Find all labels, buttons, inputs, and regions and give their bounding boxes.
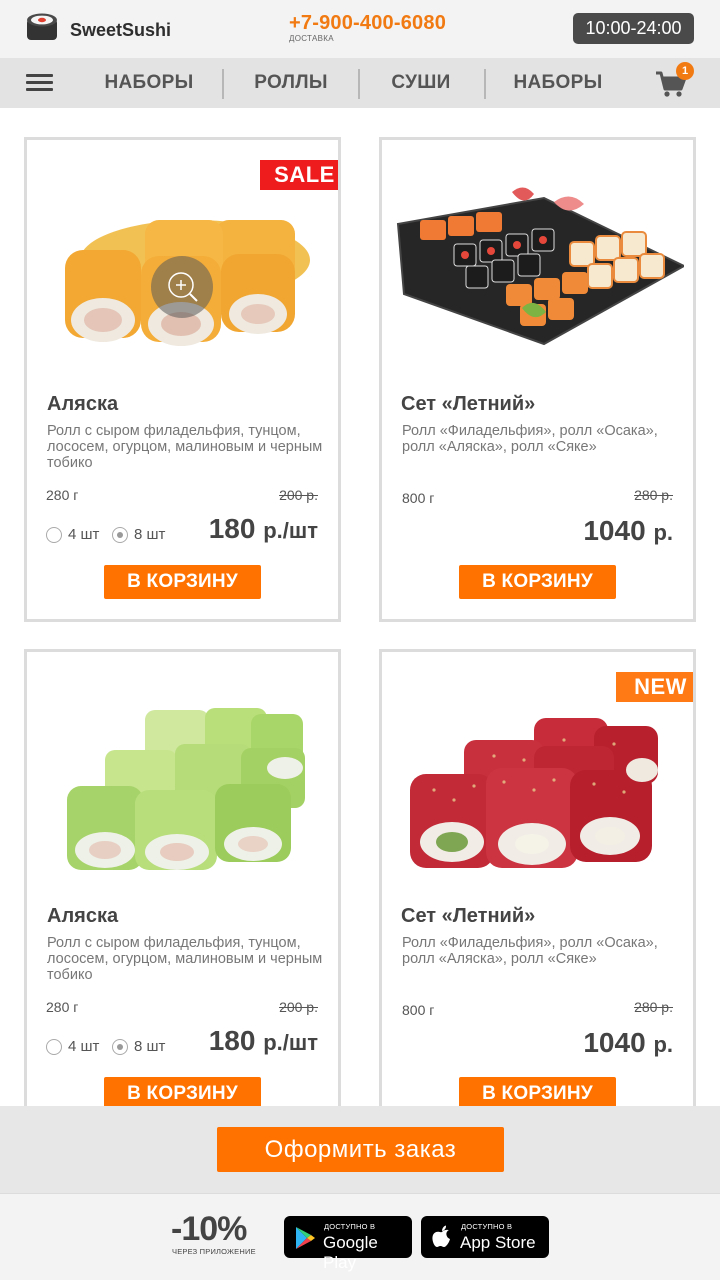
option-4-pcs[interactable]: 4 шт [46,1038,99,1055]
brand-name[interactable]: SweetSushi [70,20,171,41]
product-image-cucumber-roll[interactable] [45,704,320,879]
sushi-logo-icon[interactable] [26,12,58,44]
app-promo-footer: -10% ЧЕРЕЗ ПРИЛОЖЕНИЕ ДОСТУПНО В Google … [0,1193,720,1280]
category-nav: НАБОРЫ РОЛЛЫ СУШИ НАБОРЫ [0,58,720,108]
price-unit: р. [653,1032,673,1057]
price-unit: р./шт [263,1030,318,1055]
app-discount-note: ЧЕРЕЗ ПРИЛОЖЕНИЕ [172,1247,256,1256]
add-to-cart-button[interactable]: В КОРЗИНУ [459,565,616,599]
product-image-red-roll[interactable] [404,710,679,880]
product-card[interactable]: Аляска Ролл с сыром филадельфия, тунцом,… [24,649,341,1134]
product-title[interactable]: Аляска [47,393,118,416]
zoom-icon[interactable] [151,256,213,318]
product-price: 1040 р. [583,1027,673,1059]
nav-divider [484,69,486,99]
option-radio-selected[interactable] [112,1038,128,1055]
option-label: 8 шт [134,1038,166,1055]
google-play-icon [296,1227,315,1249]
nav-divider [358,69,360,99]
option-4-pcs[interactable]: 4 шт [46,526,99,543]
app-discount: -10% [171,1210,247,1248]
option-label: 4 шт [68,526,100,543]
app-store-button[interactable]: ДОСТУПНО В App Store [421,1216,549,1258]
product-price: 180 р./шт [209,513,318,545]
option-8-pcs[interactable]: 8 шт [112,1038,165,1055]
hamburger-menu-icon[interactable] [26,74,53,92]
product-title[interactable]: Сет «Летний» [401,393,535,416]
product-description: Ролл «Филадельфия», ролл «Осака», ролл «… [402,423,658,455]
product-card[interactable]: NEW Сет «Летний» Ролл «Филадельфия», рол… [379,649,696,1134]
product-card[interactable]: SALE Аляска Ролл с сыром филадельфия, ту… [24,137,341,622]
store-caption: ДОСТУПНО В [461,1222,513,1231]
product-image-summer-set[interactable] [394,184,684,354]
product-weight: 800 г [402,1002,435,1018]
product-title[interactable]: Сет «Летний» [401,905,535,928]
cart-count-badge: 1 [676,62,694,80]
store-name: Google Play [323,1233,378,1272]
apple-icon [432,1225,450,1247]
price-value: 180 [208,513,256,544]
product-description: Ролл с сыром филадельфия, тунцом, лососе… [47,935,323,983]
product-old-price: 200 р. [279,999,318,1015]
option-8-pcs[interactable]: 8 шт [112,526,165,543]
product-weight: 800 г [402,490,435,506]
product-title[interactable]: Аляска [47,905,118,928]
product-old-price: 200 р. [279,487,318,503]
product-card[interactable]: Сет «Летний» Ролл «Филадельфия», ролл «О… [379,137,696,622]
option-label: 8 шт [134,526,166,543]
price-value: 1040 [583,515,646,546]
google-play-button[interactable]: ДОСТУПНО В Google Play [284,1216,412,1272]
nav-item-rolls[interactable]: РОЛЛЫ [240,58,342,108]
new-badge: NEW [616,672,693,702]
option-label: 4 шт [68,1038,100,1055]
order-bar: Оформить заказ [0,1106,720,1193]
product-weight: 280 г [46,999,79,1015]
product-description: Ролл с сыром филадельфия, тунцом, лососе… [47,423,323,471]
checkout-button[interactable]: Оформить заказ [217,1127,504,1172]
add-to-cart-button[interactable]: В КОРЗИНУ [104,565,261,599]
product-old-price: 280 р. [634,487,673,503]
product-description: Ролл «Филадельфия», ролл «Осака», ролл «… [402,935,658,967]
price-unit: р. [653,520,673,545]
price-unit: р./шт [263,518,318,543]
nav-item-sets[interactable]: НАБОРЫ [96,58,202,108]
product-old-price: 280 р. [634,999,673,1015]
store-caption: ДОСТУПНО В [324,1222,376,1231]
option-radio[interactable] [46,1038,62,1055]
nav-item-sushi[interactable]: СУШИ [375,58,467,108]
price-value: 1040 [583,1027,646,1058]
phone-note: ДОСТАВКА [289,34,334,43]
phone-number[interactable]: +7-900-400-6080 [289,12,446,35]
top-bar: SweetSushi +7-900-400-6080 ДОСТАВКА 10:0… [0,0,720,58]
nav-item-sets-2[interactable]: НАБОРЫ [505,58,611,108]
option-radio[interactable] [46,526,62,543]
nav-divider [222,69,224,99]
price-value: 180 [208,1025,256,1056]
product-price: 180 р./шт [209,1025,318,1057]
option-radio-selected[interactable] [112,526,128,543]
page: SweetSushi +7-900-400-6080 ДОСТАВКА 10:0… [0,0,720,1280]
working-hours-badge: 10:00-24:00 [573,13,694,44]
store-name: App Store [460,1233,536,1252]
product-weight: 280 г [46,487,79,503]
sale-badge: SALE [260,160,338,190]
product-price: 1040 р. [583,515,673,547]
